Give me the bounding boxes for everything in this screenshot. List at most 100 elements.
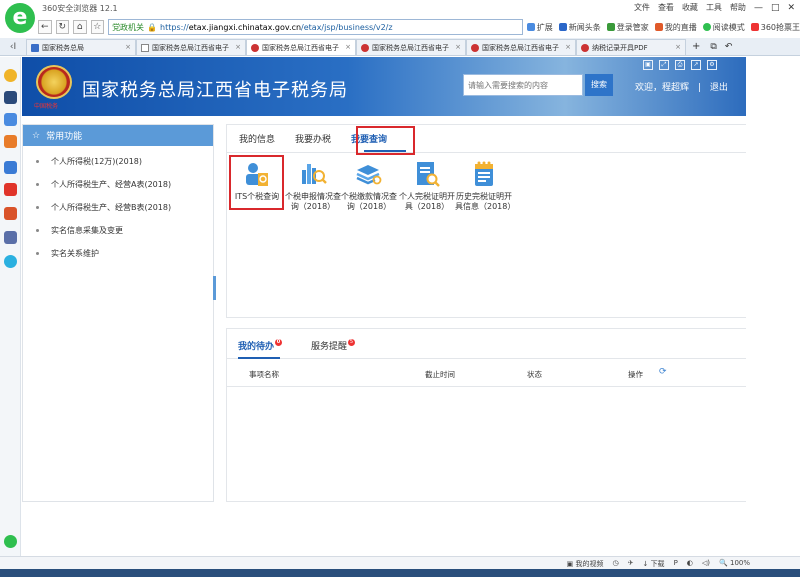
star-icon: ☆ (32, 130, 41, 141)
fullscreen-icon[interactable]: ⤢ (659, 60, 669, 70)
tab-list-icon[interactable]: ⧉ (706, 39, 720, 55)
logout-link[interactable]: 退出 (710, 83, 728, 93)
bookmark-reading-mode[interactable]: 阅读模式 (702, 22, 745, 33)
menu-help[interactable]: 帮助 (730, 2, 746, 13)
assistant-icon[interactable] (4, 535, 17, 548)
status-items: ▣ 我的视频 ◷ ✈ ↓ 下载 P ◐ ◁) 🔍 100% (567, 559, 750, 569)
bullet-icon (36, 160, 39, 163)
shop-icon[interactable] (4, 183, 17, 196)
welcome-user-link[interactable]: 欢迎，程超辉 (635, 83, 689, 93)
tab-4[interactable]: 国家税务总局江西省电子 × (466, 39, 576, 55)
collapse-handle[interactable] (213, 276, 216, 300)
menu-item-realname-info[interactable]: 实名信息采集及变更 (23, 219, 213, 242)
security-label: 党政机关 (112, 22, 145, 32)
new-tab-icon[interactable]: + (686, 39, 706, 55)
reminder-count-badge: 5 (348, 339, 356, 346)
tab-handle-tax[interactable]: 我要办税 (295, 132, 331, 145)
tab-strip: ‹I 国家税务总局 × 国家税务总局江西省电子 × 国家税务总局江西省电子 × 国家税… (0, 38, 800, 56)
url-text[interactable]: https://etax.jiangxi.chinatax.gov.cn/eta… (160, 23, 519, 32)
minimize-icon[interactable]: — (754, 3, 763, 13)
home-icon[interactable]: ⌂ (73, 20, 87, 34)
close-tab-icon[interactable]: × (235, 43, 241, 52)
menu-view[interactable]: 查看 (658, 2, 674, 13)
video-icon[interactable] (4, 207, 17, 220)
share-icon[interactable]: ↗ (691, 60, 701, 70)
notes-icon[interactable] (4, 113, 17, 126)
payment-icon[interactable] (4, 255, 17, 268)
menu-file[interactable]: 文件 (634, 2, 650, 13)
bookmark-news[interactable]: 新闻头条 (558, 22, 601, 33)
translate-icon[interactable]: P (674, 559, 678, 569)
tab-1[interactable]: 国家税务总局江西省电子 × (136, 39, 246, 55)
zoom-level[interactable]: 🔍 100% (719, 559, 750, 569)
function-label: 个人完税证明开具（2018） (399, 192, 455, 211)
my-video-button[interactable]: ▣ 我的视频 (567, 559, 604, 569)
site-search-button[interactable]: 搜索 (585, 74, 613, 96)
tab-0[interactable]: 国家税务总局 × (26, 39, 136, 55)
menu-item-business-b[interactable]: 个人所得税生产、经营B表(2018) (23, 196, 213, 219)
close-tab-icon[interactable]: × (125, 43, 131, 52)
screenshot-icon[interactable]: ▣ (643, 60, 653, 70)
function-tax-certificate[interactable]: 个人完税证明开具（2018） (398, 160, 456, 212)
close-tab-icon[interactable]: × (675, 43, 681, 52)
undo-close-icon[interactable]: ↶ (721, 39, 737, 55)
favorites-icon[interactable] (4, 69, 17, 82)
bookmark-ticket[interactable]: 360抢票王 (750, 22, 800, 33)
sound-icon[interactable]: ◁) (702, 559, 710, 569)
favorite-star-icon[interactable]: ☆ (90, 20, 105, 34)
refresh-icon[interactable]: ↻ (55, 20, 70, 34)
refresh-list-icon[interactable]: ⟳ (659, 367, 667, 377)
download-button[interactable]: ↓ 下载 (642, 559, 664, 569)
maximize-icon[interactable]: □ (771, 3, 780, 13)
function-tabs: 我的信息 我要办税 我要查询 (227, 125, 746, 153)
menu-tools[interactable]: 工具 (706, 2, 722, 13)
print-icon[interactable]: ⎙ (675, 60, 685, 70)
todo-tabs: 我的待办 0 服务提醒 5 (227, 329, 746, 359)
function-payment-query[interactable]: 个税缴款情况查询（2018） (340, 160, 398, 212)
bullet-icon (36, 229, 39, 232)
menu-header-label: 常用功能 (46, 132, 83, 142)
address-bar[interactable]: 党政机关 🔒 https://etax.jiangxi.chinatax.gov… (108, 19, 523, 35)
active-tab-underline (364, 150, 406, 152)
document-search-icon (413, 160, 441, 188)
function-declaration-query[interactable]: 个税申报情况查询（2018） (284, 160, 342, 212)
welcome-separator: | (697, 83, 701, 93)
bookmark-extensions[interactable]: 扩展 (526, 22, 553, 33)
column-item-name: 事项名称 (249, 370, 279, 379)
close-window-icon[interactable]: ✕ (787, 3, 795, 13)
speedup-icon[interactable]: ✈ (628, 559, 634, 569)
tab-3[interactable]: 国家税务总局江西省电子 × (356, 39, 466, 55)
menu-item-iit[interactable]: 个人所得税(12万)(2018) (23, 150, 213, 173)
function-label: 个税申报情况查询（2018） (285, 192, 341, 211)
ie-mode-icon[interactable]: ◐ (687, 559, 693, 569)
menu-item-realname-relation[interactable]: 实名关系维护 (23, 242, 213, 265)
site-title: 国家税务总局江西省电子税务局 (82, 80, 348, 101)
bookmark-live[interactable]: 我的直播 (654, 22, 697, 33)
close-tab-icon[interactable]: × (455, 43, 461, 52)
tab-my-info[interactable]: 我的信息 (239, 132, 275, 145)
bookmark-login-manager[interactable]: 登录管家 (606, 22, 649, 33)
site-search-input[interactable] (463, 74, 583, 96)
column-status: 状态 (527, 370, 542, 379)
app-icon[interactable] (4, 135, 17, 148)
back-icon[interactable]: ← (38, 20, 52, 34)
social-icon[interactable] (4, 231, 17, 244)
bookmark-bar: 扩展 新闻头条 登录管家 我的直播 阅读模式 360抢票王 (526, 22, 800, 33)
clock-icon[interactable]: ◷ (612, 559, 618, 569)
tab-2[interactable]: 国家税务总局江西省电子 × (246, 39, 356, 55)
todo-panel: 我的待办 0 服务提醒 5 事项名称 截止时间 状态 操作 ⟳ (226, 328, 746, 502)
sidebar-toggle-icon[interactable]: ‹I (0, 39, 26, 55)
its-query-highlight (229, 155, 284, 210)
tab-service-reminder[interactable]: 服务提醒 5 (311, 339, 356, 352)
close-tab-icon[interactable]: × (345, 43, 351, 52)
settings-icon[interactable]: ⚙ (707, 60, 717, 70)
news-icon[interactable] (4, 91, 17, 104)
function-history-certificate[interactable]: 历史完税证明开具信息（2018） (455, 160, 516, 212)
close-tab-icon[interactable]: × (565, 43, 571, 52)
menu-favorites[interactable]: 收藏 (682, 2, 698, 13)
tab-5[interactable]: 纳税记录开具PDF × (576, 39, 686, 55)
tab-my-todo[interactable]: 我的待办 0 (238, 339, 283, 352)
function-label: 历史完税证明开具信息（2018） (455, 192, 516, 211)
game-icon[interactable] (4, 161, 17, 174)
menu-item-business-a[interactable]: 个人所得税生产、经营A表(2018) (23, 173, 213, 196)
